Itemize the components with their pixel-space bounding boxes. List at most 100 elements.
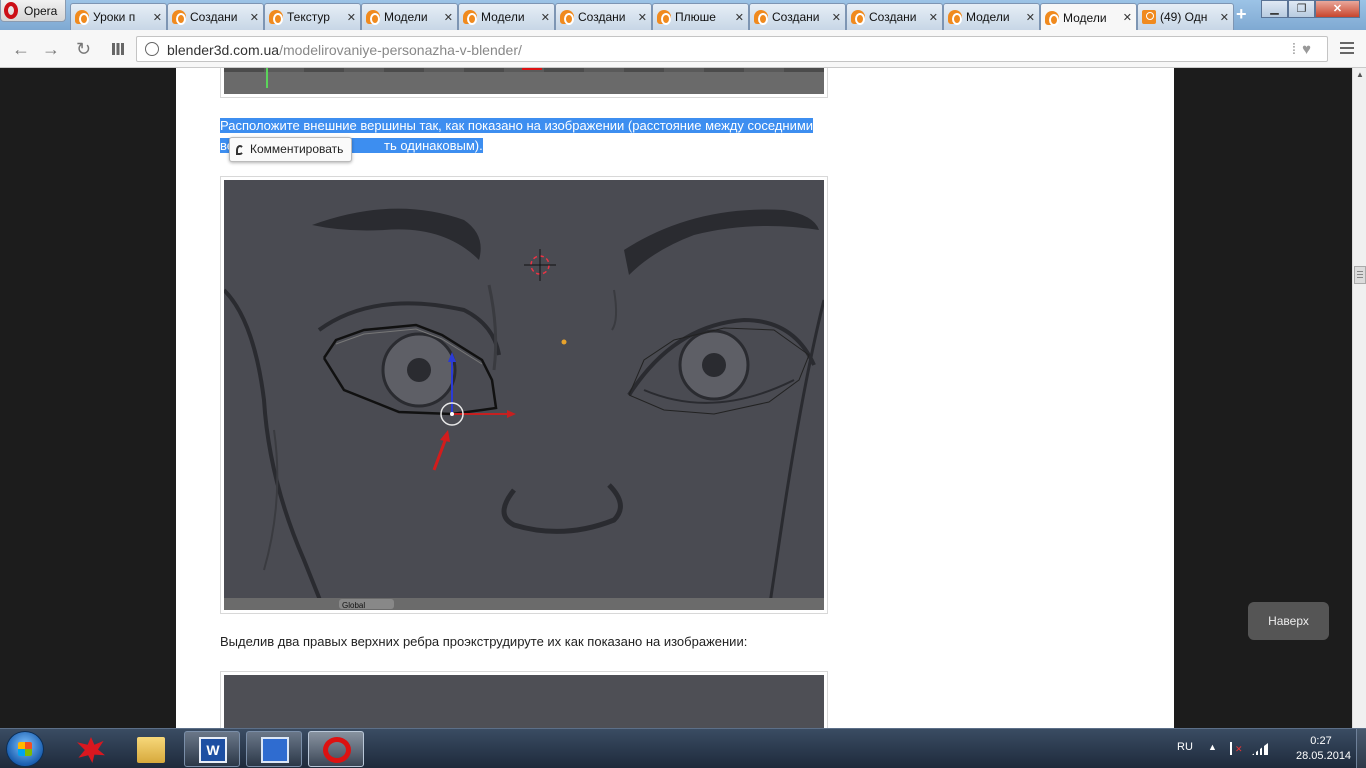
system-clock[interactable]: 0:27 28.05.2014 xyxy=(1296,734,1352,764)
article-image-eye-mesh: Global xyxy=(220,176,828,614)
url-text[interactable]: blender3d.com.ua/modelirovaniye-personaz… xyxy=(167,42,522,58)
show-desktop-button[interactable] xyxy=(1356,729,1366,768)
back-arrow-icon[interactable]: ← xyxy=(12,39,30,60)
tab-close-icon[interactable]: ✕ xyxy=(541,11,550,24)
tab-label: Модели xyxy=(1063,10,1107,25)
opera-menu-label: Opera xyxy=(24,3,58,18)
taskbar-app-save[interactable] xyxy=(246,731,302,767)
article-content: Расположите внешние вершины так, как пок… xyxy=(176,68,1174,728)
site-info-icon[interactable] xyxy=(145,42,159,56)
browser-tab[interactable]: Текстур ✕ xyxy=(264,3,361,30)
language-indicator[interactable]: RU xyxy=(1177,741,1193,753)
green-timeline-marker xyxy=(266,68,268,88)
address-field[interactable]: blender3d.com.ua/modelirovaniye-personaz… xyxy=(136,36,1328,62)
viewport-toolbar xyxy=(224,598,824,610)
bookmark-heart-icon[interactable]: ⁞♥ xyxy=(1292,41,1317,58)
tab-label: Создани xyxy=(190,10,238,24)
maximize-button[interactable]: ❐ xyxy=(1288,0,1315,18)
tab-close-icon[interactable]: ✕ xyxy=(735,11,744,24)
tab-close-icon[interactable]: ✕ xyxy=(250,11,259,24)
toolbar-mode-label: Global xyxy=(342,601,365,610)
comment-popup-button[interactable]: Комментировать xyxy=(229,137,353,162)
tab-close-icon[interactable]: ✕ xyxy=(1220,11,1229,24)
tab-close-icon[interactable]: ✕ xyxy=(929,11,938,24)
opera-icon xyxy=(323,737,351,763)
blender-screenshot-previous xyxy=(224,68,824,94)
tab-label: Плюше xyxy=(675,10,716,24)
scroll-up-icon[interactable]: ▲ xyxy=(1356,70,1364,79)
page-scrollbar[interactable]: ▲ xyxy=(1352,68,1366,728)
word-icon: W xyxy=(199,737,227,763)
blender-icon xyxy=(560,10,574,25)
close-window-button[interactable]: ✕ xyxy=(1315,0,1360,18)
tab-close-icon[interactable]: ✕ xyxy=(832,11,841,24)
odnoklassniki-icon xyxy=(1142,10,1156,24)
tab-close-icon[interactable]: ✕ xyxy=(444,11,453,24)
blender-icon xyxy=(463,10,477,25)
browser-tab[interactable]: Модели ✕ xyxy=(458,3,555,30)
reload-icon[interactable]: ↻ xyxy=(76,39,91,60)
right-pupil xyxy=(702,353,726,377)
taskbar-app-paint-splash[interactable] xyxy=(62,731,118,767)
scrollbar-thumb[interactable] xyxy=(1354,266,1366,284)
comment-label: Комментировать xyxy=(250,142,344,156)
opera-menu-button[interactable]: Opera xyxy=(0,0,66,22)
browser-tab[interactable]: Уроки п ✕ xyxy=(70,3,167,30)
tab-list: Уроки п ✕ Создани ✕ Текстур ✕ Модели ✕ Модели ✕ Со… xyxy=(70,3,1234,31)
browser-tab[interactable]: (49) Одн ✕ xyxy=(1137,3,1234,30)
browser-tab[interactable]: Создани ✕ xyxy=(167,3,264,30)
tab-close-icon[interactable]: ✕ xyxy=(347,11,356,24)
clock-date: 28.05.2014 xyxy=(1296,750,1352,762)
left-pupil xyxy=(407,358,431,382)
blender-icon xyxy=(851,10,865,25)
blender-icon xyxy=(948,10,962,25)
action-center-flag-icon[interactable] xyxy=(1230,742,1243,755)
tab-close-icon[interactable]: ✕ xyxy=(638,11,647,24)
clock-time: 0:27 xyxy=(1310,735,1332,747)
browser-menu-icon[interactable] xyxy=(1340,42,1354,56)
browser-tab[interactable]: Плюше ✕ xyxy=(652,3,749,30)
viewport-background xyxy=(224,180,824,610)
paint-splash-icon xyxy=(77,737,105,763)
browser-tab[interactable]: Модели ✕ xyxy=(1040,3,1137,31)
tab-label: Создани xyxy=(772,10,820,24)
forward-arrow-icon[interactable]: → xyxy=(42,39,60,60)
address-toolbar: ← → ↻ blender3d.com.ua/modelirovaniye-pe… xyxy=(0,30,1366,68)
browser-tab[interactable]: Модели ✕ xyxy=(361,3,458,30)
taskbar-app-word[interactable]: W xyxy=(184,731,240,767)
tab-close-icon[interactable]: ✕ xyxy=(1026,11,1035,24)
browser-tab[interactable]: Создани ✕ xyxy=(749,3,846,30)
taskbar-app-opera[interactable] xyxy=(308,731,364,767)
url-host: blender3d.com.ua xyxy=(167,42,280,58)
start-button[interactable] xyxy=(6,731,44,767)
blender-icon xyxy=(269,10,283,25)
tab-close-icon[interactable]: ✕ xyxy=(153,11,162,24)
tab-label: Создани xyxy=(578,10,626,24)
minimize-button[interactable]: ▁ xyxy=(1261,0,1288,18)
blender-icon xyxy=(754,10,768,25)
article-image-previous xyxy=(220,68,828,98)
tab-label: Уроки п xyxy=(93,10,136,24)
windows-taskbar: W RU ▲ 0:27 28.05.2014 xyxy=(0,728,1366,768)
opera-logo-icon xyxy=(4,2,18,19)
blender-viewport-illustration: Global xyxy=(224,180,824,610)
speed-dial-icon[interactable] xyxy=(112,43,124,55)
browser-tab-strip: Opera Уроки п ✕ Создани ✕ Текстур ✕ Модели ✕ Мод… xyxy=(0,0,1366,31)
network-signal-icon[interactable] xyxy=(1252,743,1268,755)
page-viewport: Расположите внешние вершины так, как пок… xyxy=(0,68,1366,728)
taskbar-app-explorer[interactable] xyxy=(122,731,178,767)
article-image-next xyxy=(220,671,828,728)
tab-close-icon[interactable]: ✕ xyxy=(1123,11,1132,24)
browser-tab[interactable]: Создани ✕ xyxy=(555,3,652,30)
back-to-top-button[interactable]: Наверх xyxy=(1248,602,1329,640)
browser-tab[interactable]: Модели ✕ xyxy=(943,3,1040,30)
tab-label: Модели xyxy=(384,10,428,24)
red-highlight-box xyxy=(522,68,542,70)
browser-tab[interactable]: Создани ✕ xyxy=(846,3,943,30)
blender-icon xyxy=(1045,10,1059,26)
new-tab-button[interactable]: + xyxy=(1236,5,1252,23)
blender-icon xyxy=(657,10,671,25)
tab-label: (49) Одн xyxy=(1160,10,1208,24)
tray-expand-icon[interactable]: ▲ xyxy=(1208,742,1217,752)
window-controls: ▁ ❐ ✕ xyxy=(1261,0,1360,18)
